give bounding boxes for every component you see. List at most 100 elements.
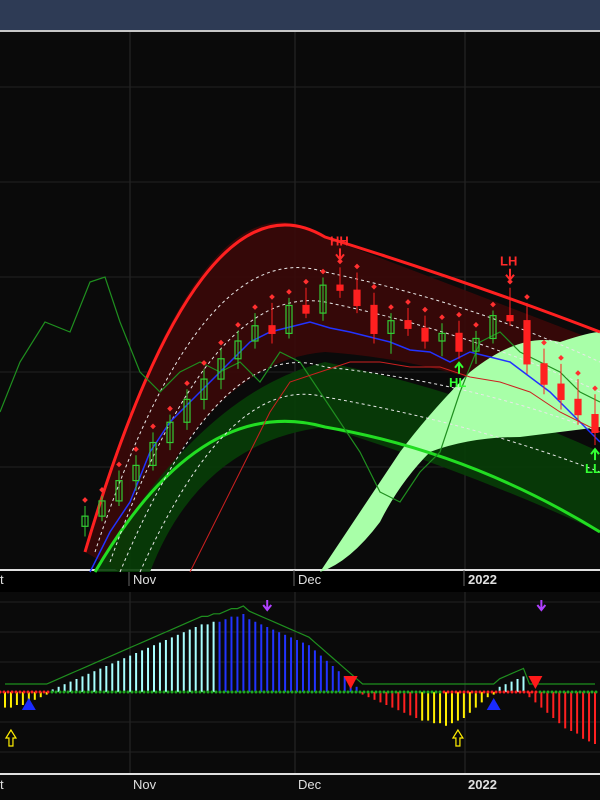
zero-line-dot xyxy=(154,690,158,694)
zero-line-dot xyxy=(6,690,10,694)
zero-line-dot xyxy=(74,690,78,694)
zero-line-dot xyxy=(286,690,290,694)
zero-line-dot xyxy=(454,690,458,694)
candle-body xyxy=(421,327,429,342)
zero-line-dot xyxy=(14,690,18,694)
zero-line-dot xyxy=(450,690,454,694)
zero-line-dot xyxy=(542,690,546,694)
zero-line-dot xyxy=(278,690,282,694)
zero-line-dot xyxy=(234,690,238,694)
zero-line-dot xyxy=(262,690,266,694)
zero-line-dot xyxy=(42,690,46,694)
zero-line-dot xyxy=(298,690,302,694)
zero-line-dot xyxy=(302,690,306,694)
zero-line-dot xyxy=(438,690,442,694)
zero-line-dot xyxy=(354,690,358,694)
x-tick-label: Dec xyxy=(298,572,322,587)
candle-body xyxy=(336,284,344,291)
zero-line-dot xyxy=(530,690,534,694)
zero-line-dot xyxy=(62,690,66,694)
zero-line-dot xyxy=(398,690,402,694)
zero-line-dot xyxy=(370,690,374,694)
zero-line-dot xyxy=(474,690,478,694)
zero-line-dot xyxy=(290,690,294,694)
zero-line-dot xyxy=(78,690,82,694)
candle-body xyxy=(268,325,276,334)
zero-line-dot xyxy=(422,690,426,694)
zero-line-dot xyxy=(510,690,514,694)
zero-line-dot xyxy=(574,690,578,694)
candle-body xyxy=(506,315,514,322)
zero-line-dot xyxy=(426,690,430,694)
zero-line-dot xyxy=(134,690,138,694)
zero-line-dot xyxy=(330,690,334,694)
zero-line-dot xyxy=(82,690,86,694)
zero-line-dot xyxy=(374,690,378,694)
signal-hollow-arrow xyxy=(451,728,465,747)
zero-line-dot xyxy=(66,690,70,694)
candle-body xyxy=(353,289,361,307)
zero-line-dot xyxy=(482,690,486,694)
zero-line-dot xyxy=(362,690,366,694)
candle-body xyxy=(574,398,582,416)
zero-line-dot xyxy=(218,690,222,694)
zero-line-dot xyxy=(554,690,558,694)
zero-line-dot xyxy=(506,690,510,694)
candle-body xyxy=(523,320,531,365)
zero-line-dot xyxy=(414,690,418,694)
zero-line-dot xyxy=(190,690,194,694)
zero-line-dot xyxy=(334,690,338,694)
zero-line-dot xyxy=(70,690,74,694)
zero-line-dot xyxy=(526,690,530,694)
x-tick-label: Dec xyxy=(298,777,322,792)
zero-line-dot xyxy=(118,690,122,694)
zero-line-dot xyxy=(0,690,2,694)
candle-body xyxy=(404,320,412,329)
zero-line-dot xyxy=(86,690,90,694)
zero-line-dot xyxy=(358,690,362,694)
zero-line-dot xyxy=(386,690,390,694)
zero-line-dot xyxy=(594,690,598,694)
zero-line-dot xyxy=(486,690,490,694)
zero-line-dot xyxy=(90,690,94,694)
zero-line-dot xyxy=(418,690,422,694)
zero-line-dot xyxy=(54,690,58,694)
stop-marker xyxy=(524,294,530,300)
zero-line-dot xyxy=(98,690,102,694)
zero-line-dot xyxy=(434,690,438,694)
zero-line-dot xyxy=(34,690,38,694)
stop-marker xyxy=(82,497,88,503)
zero-line-dot xyxy=(150,690,154,694)
zero-line-dot xyxy=(458,690,462,694)
zero-line-dot xyxy=(22,690,26,694)
signal-down-triangle xyxy=(343,676,358,689)
zero-line-dot xyxy=(230,690,234,694)
zero-line-dot xyxy=(462,690,466,694)
zero-line-dot xyxy=(110,690,114,694)
zero-line-dot xyxy=(94,690,98,694)
zero-line-dot xyxy=(338,690,342,694)
zero-line-dot xyxy=(178,690,182,694)
candle-body xyxy=(455,332,463,352)
zero-line-dot xyxy=(214,690,218,694)
zero-line-dot xyxy=(502,690,506,694)
zero-line-dot xyxy=(322,690,326,694)
signal-hollow-arrow xyxy=(4,728,18,747)
zero-line-dot xyxy=(570,690,574,694)
zero-line-dot xyxy=(366,690,370,694)
zero-line-dot xyxy=(430,690,434,694)
zero-line-dot xyxy=(30,690,34,694)
zero-line-dot xyxy=(258,690,262,694)
zero-line-dot xyxy=(402,690,406,694)
zero-line-dot xyxy=(378,690,382,694)
zero-line-dot xyxy=(238,690,242,694)
zero-line-dot xyxy=(470,690,474,694)
candle-body xyxy=(302,304,310,314)
zero-line-dot xyxy=(494,690,498,694)
zero-line-dot xyxy=(126,690,130,694)
zero-line-dot xyxy=(162,690,166,694)
signal-up-triangle xyxy=(486,698,501,710)
swing-annotation-label: HH xyxy=(330,233,349,248)
x-tick-label: Nov xyxy=(133,777,157,792)
x-tick-label-partial: t xyxy=(0,777,4,792)
